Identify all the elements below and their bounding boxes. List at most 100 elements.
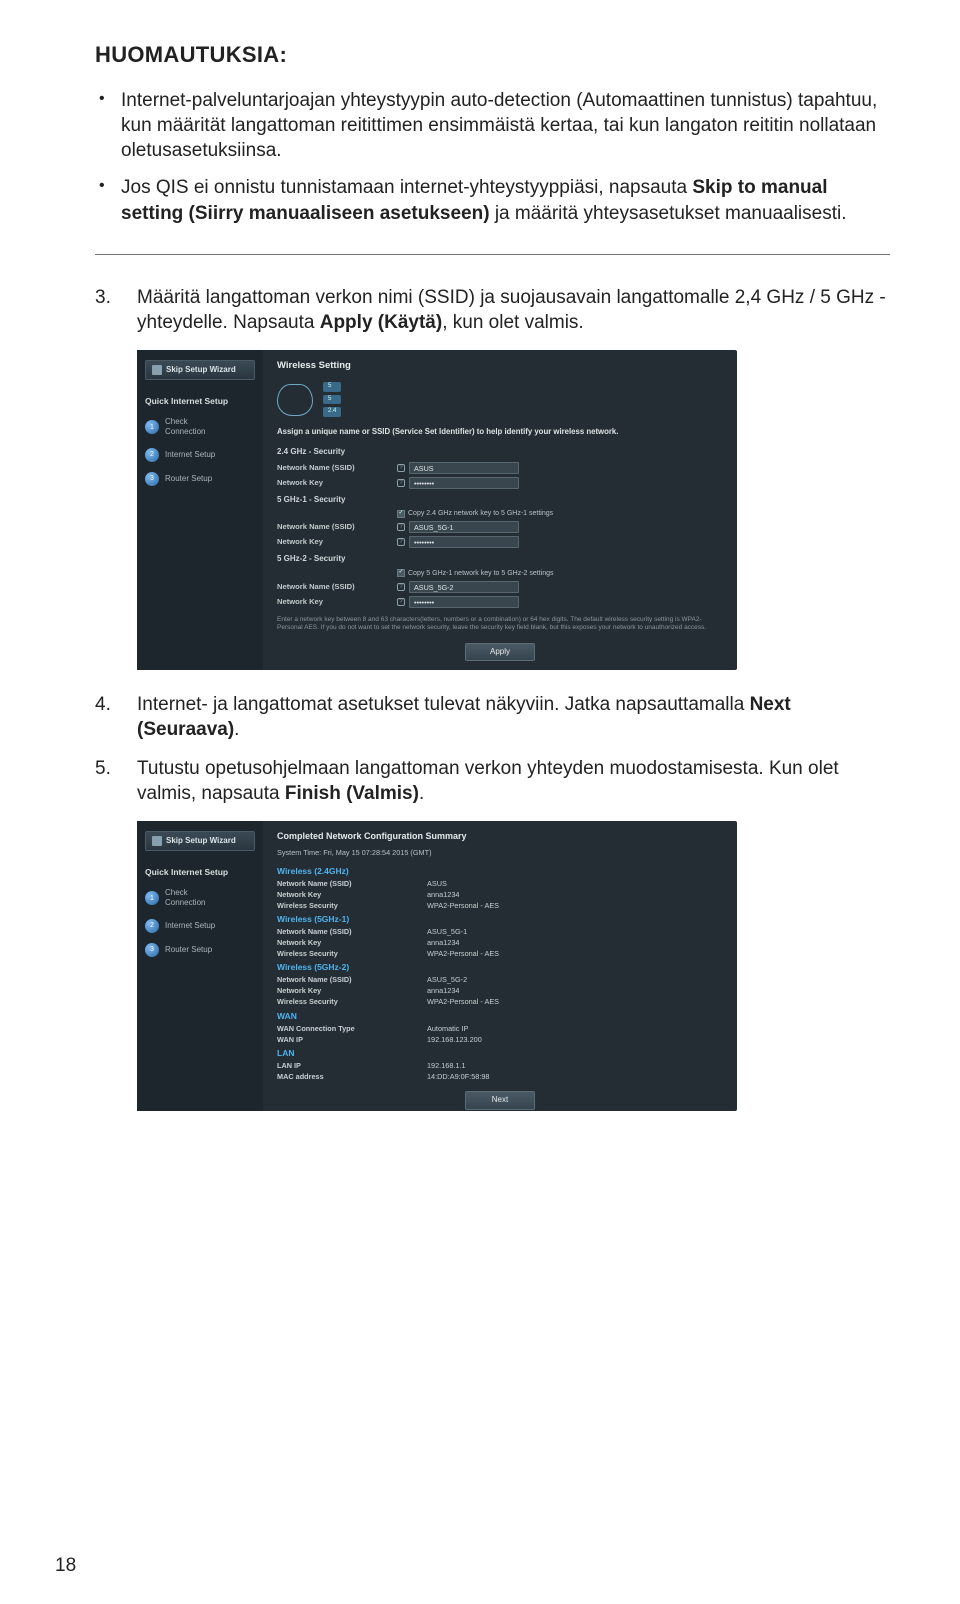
summary-value: ASUS [427, 879, 447, 888]
skip-wizard-button[interactable]: Skip Setup Wizard [145, 831, 255, 851]
step-label: Internet Setup [165, 921, 215, 931]
help-icon[interactable]: ? [397, 464, 405, 472]
help-icon[interactable]: ? [397, 523, 405, 531]
note-item: Jos QIS ei onnistu tunnistamaan internet… [121, 175, 890, 226]
step-badge-icon: 2 [145, 448, 159, 462]
section-24ghz: 2.4 GHz - Security [277, 447, 723, 457]
copy-52-checkbox[interactable]: ✓Copy 5 GHz-1 network key to 5 GHz-2 set… [397, 569, 554, 578]
section-divider [95, 254, 890, 255]
step-badge-icon: 3 [145, 943, 159, 957]
field-label: Network Key [277, 537, 397, 547]
note-item: Internet-palveluntarjoajan yhteystyypin … [121, 88, 890, 164]
section-5ghz1: 5 GHz-1 - Security [277, 495, 723, 505]
ssid-52-input[interactable]: ASUS_5G-2 [409, 581, 519, 593]
help-icon[interactable]: ? [397, 538, 405, 546]
band-chip: 5 [323, 382, 341, 392]
summary-value: anna1234 [427, 890, 459, 899]
fine-print: Enter a network key between 8 and 63 cha… [277, 616, 723, 633]
band-chip: 5 [323, 395, 341, 405]
help-icon[interactable]: ? [397, 479, 405, 487]
summary-label: LAN IP [277, 1061, 427, 1070]
skip-wizard-button[interactable]: Skip Setup Wizard [145, 360, 255, 380]
sidebar-step-router[interactable]: 3 Router Setup [145, 472, 255, 486]
summary-label: Wireless Security [277, 901, 427, 910]
router-sidebar: Skip Setup Wizard Quick Internet Setup 1… [137, 821, 263, 1111]
note-text: Internet-palveluntarjoajan yhteystyypin … [121, 90, 877, 162]
wizard-icon [152, 836, 162, 846]
sidebar-step-check[interactable]: 1 CheckConnection [145, 417, 255, 438]
field-label: Network Key [277, 597, 397, 607]
field-label: Network Name (SSID) [277, 582, 397, 592]
step-5: 5. Tutustu opetusohjelmaan langattoman v… [95, 756, 890, 807]
field-label: Network Name (SSID) [277, 522, 397, 532]
step-text: Tutustu opetusohjelmaan langattoman verk… [137, 758, 839, 804]
notes-heading: HUOMAUTUKSIA: [95, 40, 890, 70]
step-label: Internet Setup [165, 450, 215, 460]
step-badge-icon: 3 [145, 472, 159, 486]
sidebar-step-router[interactable]: 3 Router Setup [145, 943, 255, 957]
step-3: 3. Määritä langattoman verkon nimi (SSID… [95, 285, 890, 336]
qis-heading: Quick Internet Setup [145, 396, 255, 407]
step-text: . [419, 783, 424, 804]
summary-label: Network Name (SSID) [277, 927, 427, 936]
help-icon[interactable]: ? [397, 583, 405, 591]
router-sidebar: Skip Setup Wizard Quick Internet Setup 1… [137, 350, 263, 670]
summary-value: Automatic IP [427, 1024, 468, 1033]
note-text: ja määritä yhteysasetukset manuaalisesti… [490, 203, 847, 224]
qis-heading: Quick Internet Setup [145, 867, 255, 878]
router-screenshot-wireless: Skip Setup Wizard Quick Internet Setup 1… [137, 350, 890, 670]
step-badge-icon: 1 [145, 891, 159, 905]
ssid-24-input[interactable]: ASUS [409, 462, 519, 474]
summary-cat-51: Wireless (5GHz-1) [277, 914, 723, 925]
summary-label: Network Key [277, 890, 427, 899]
copy-51-checkbox[interactable]: ✓Copy 2.4 GHz network key to 5 GHz-1 set… [397, 509, 553, 518]
sidebar-step-check[interactable]: 1 CheckConnection [145, 888, 255, 909]
sidebar-step-internet[interactable]: 2 Internet Setup [145, 919, 255, 933]
summary-label: Network Key [277, 986, 427, 995]
step-text: , kun olet valmis. [442, 312, 584, 333]
summary-value: WPA2-Personal - AES [427, 949, 499, 958]
summary-value: 14:DD:A9:0F:58:98 [427, 1072, 489, 1081]
key-52-input[interactable]: •••••••• [409, 596, 519, 608]
skip-label: Skip Setup Wizard [166, 365, 236, 375]
summary-value: 192.168.123.200 [427, 1035, 482, 1044]
next-button[interactable]: Next [465, 1091, 535, 1109]
router-main-panel: Wireless Setting 5 5 2.4 Assign a unique… [263, 350, 737, 670]
summary-label: Wireless Security [277, 949, 427, 958]
panel-description: Assign a unique name or SSID (Service Se… [277, 427, 723, 437]
step-badge-icon: 2 [145, 919, 159, 933]
key-51-input[interactable]: •••••••• [409, 536, 519, 548]
summary-cat-wan: WAN [277, 1011, 723, 1022]
summary-cat-24: Wireless (2.4GHz) [277, 866, 723, 877]
summary-value: WPA2-Personal - AES [427, 997, 499, 1006]
ssid-51-input[interactable]: ASUS_5G-1 [409, 521, 519, 533]
checkbox-label: Copy 2.4 GHz network key to 5 GHz-1 sett… [408, 509, 553, 518]
band-chips: 5 5 2.4 [323, 382, 341, 417]
band-chip: 2.4 [323, 407, 341, 417]
summary-cat-lan: LAN [277, 1048, 723, 1059]
apply-button[interactable]: Apply [465, 643, 535, 661]
step-number: 5. [95, 756, 125, 781]
steps-list: 3. Määritä langattoman verkon nimi (SSID… [95, 285, 890, 336]
summary-value: anna1234 [427, 986, 459, 995]
summary-label: Network Name (SSID) [277, 975, 427, 984]
section-5ghz2: 5 GHz-2 - Security [277, 554, 723, 564]
summary-value: 192.168.1.1 [427, 1061, 466, 1070]
skip-label: Skip Setup Wizard [166, 836, 236, 846]
summary-label: WAN IP [277, 1035, 427, 1044]
step-label: Check [165, 888, 188, 897]
panel-title: Wireless Setting [277, 360, 723, 372]
key-24-input[interactable]: •••••••• [409, 477, 519, 489]
step-text: . [234, 719, 239, 740]
summary-title: Completed Network Configuration Summary [277, 831, 723, 843]
step-number: 4. [95, 692, 125, 717]
step-number: 3. [95, 285, 125, 310]
step-badge-icon: 1 [145, 420, 159, 434]
router-main-panel: Completed Network Configuration Summary … [263, 821, 737, 1111]
sidebar-step-internet[interactable]: 2 Internet Setup [145, 448, 255, 462]
page-number: 18 [55, 1553, 76, 1579]
help-icon[interactable]: ? [397, 598, 405, 606]
step-label: Connection [165, 427, 205, 436]
note-text: Jos QIS ei onnistu tunnistamaan internet… [121, 177, 692, 198]
notes-list: Internet-palveluntarjoajan yhteystyypin … [95, 88, 890, 226]
